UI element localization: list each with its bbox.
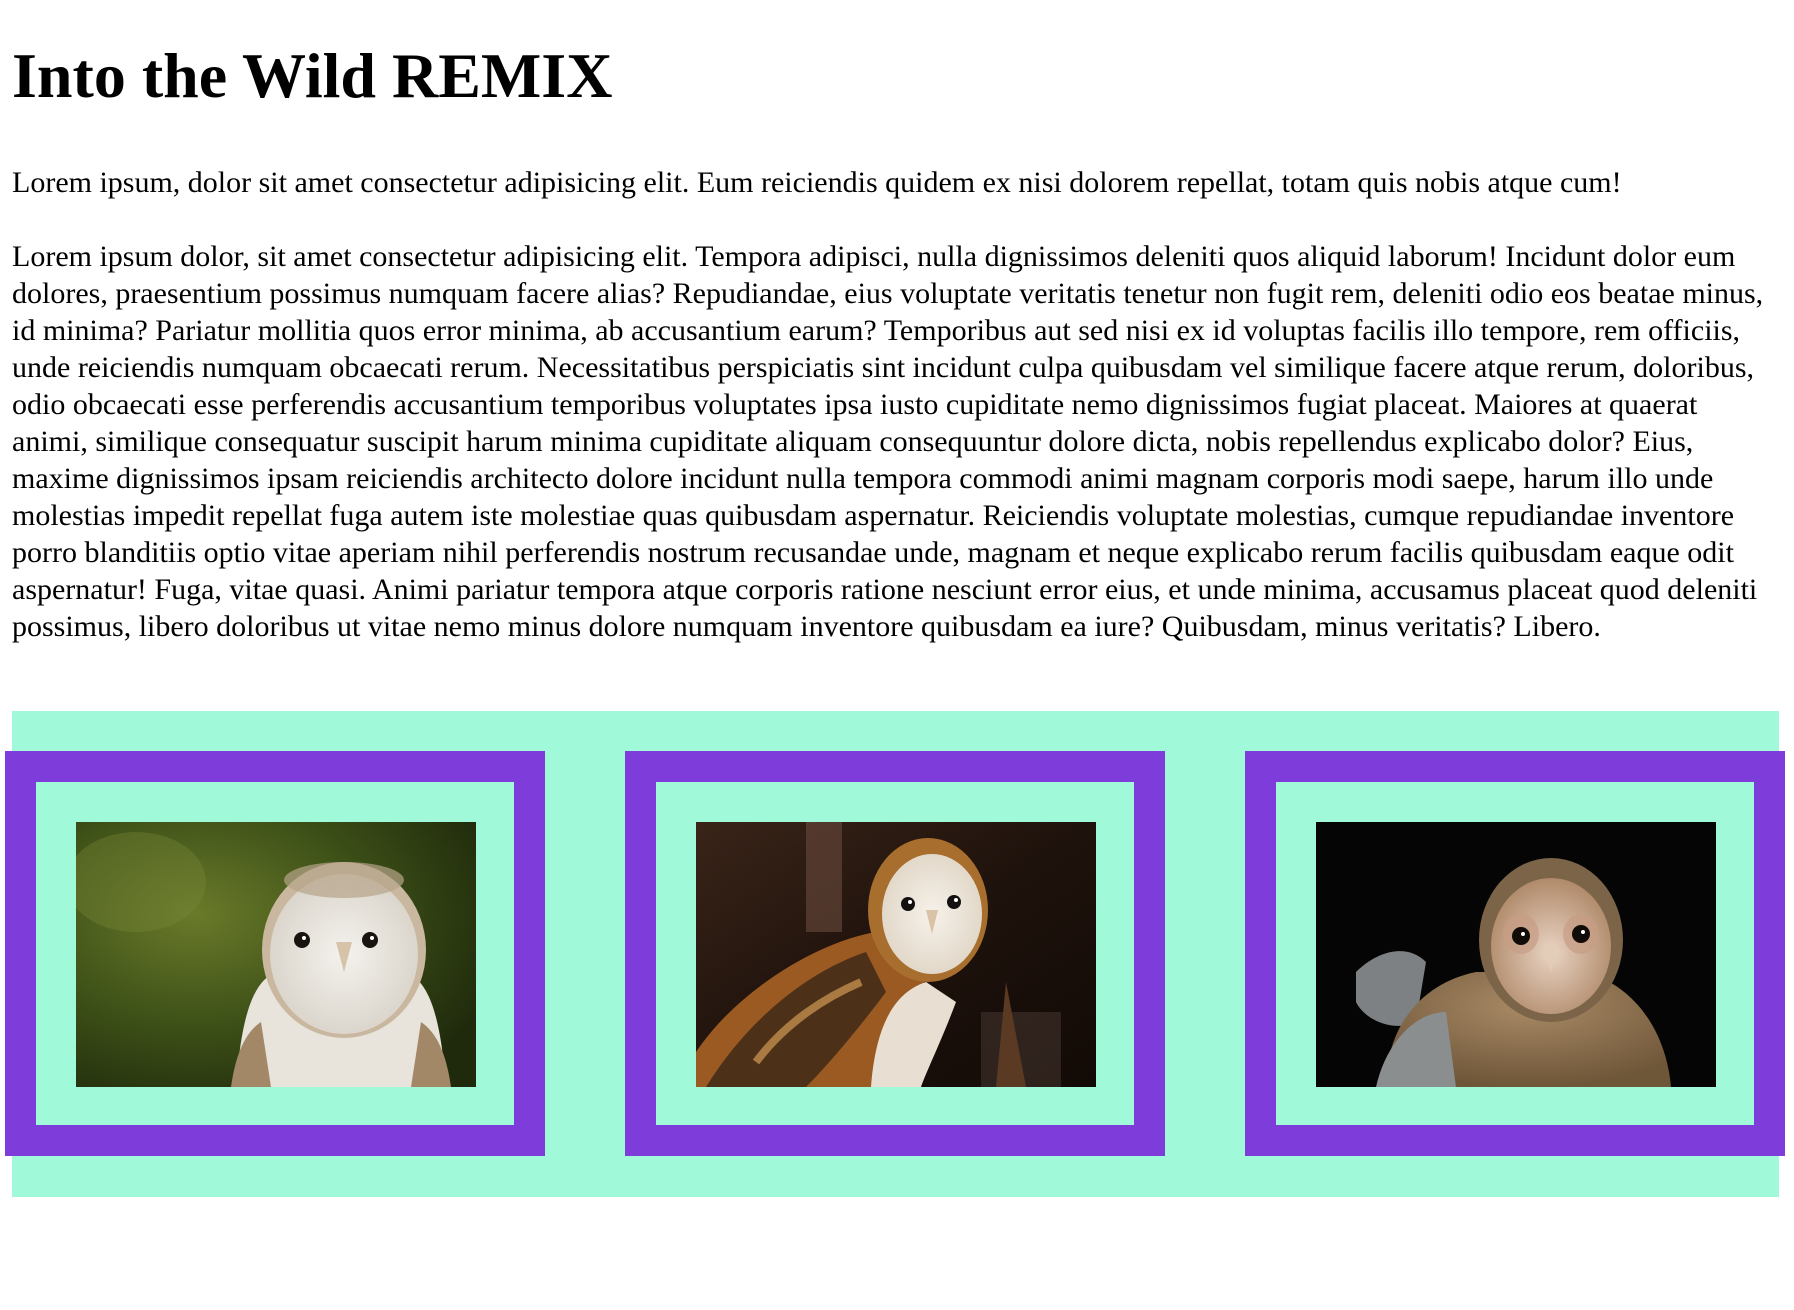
owl-photo-2 (696, 822, 1096, 1087)
gallery-frame (5, 751, 545, 1156)
gallery-frame (625, 751, 1165, 1156)
image-gallery (5, 711, 1785, 1197)
page-content: Into the Wild REMIX Lorem ipsum, dolor s… (12, 0, 1780, 645)
gallery-frame (1245, 751, 1785, 1156)
barn-owl-perched-photo-icon (696, 822, 1096, 1087)
body-paragraph: Lorem ipsum dolor, sit amet consectetur … (12, 240, 1764, 643)
owl-photo-1 (76, 822, 476, 1087)
barn-owl-white-photo-icon (76, 822, 476, 1087)
owl-photo-3 (1316, 822, 1716, 1087)
intro-paragraph: Lorem ipsum, dolor sit amet consectetur … (12, 166, 1622, 199)
barn-owl-dark-photo-icon (1316, 822, 1716, 1087)
page-title: Into the Wild REMIX (12, 40, 613, 111)
